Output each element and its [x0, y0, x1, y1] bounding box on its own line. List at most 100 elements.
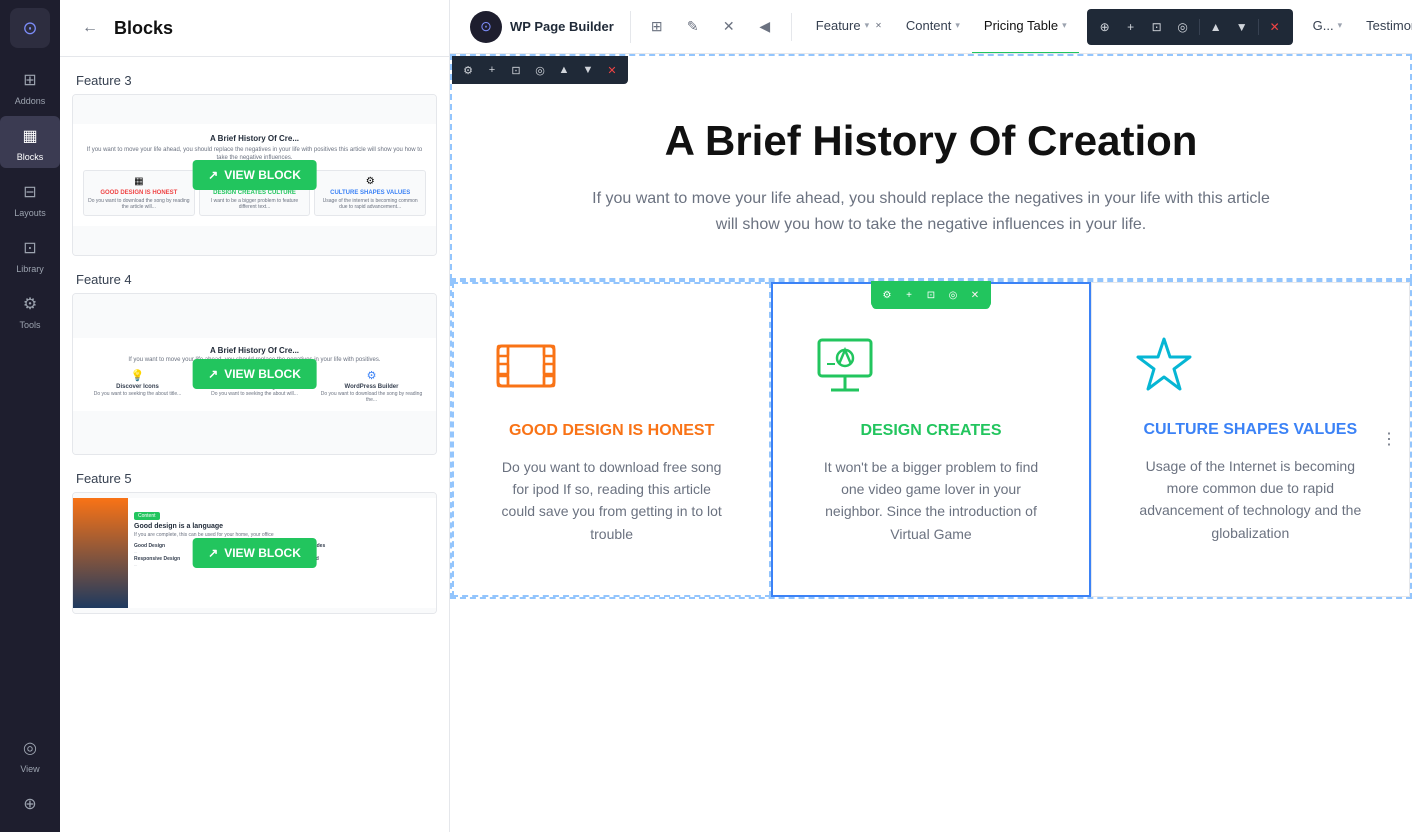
sidebar-item-library[interactable]: ⊡ Library: [0, 228, 60, 280]
card2-add-btn[interactable]: +: [899, 286, 919, 306]
sidebar-item-tools[interactable]: ⚙ Tools: [0, 284, 60, 336]
feature3-preview-title: A Brief History Of Cre...: [83, 134, 426, 143]
blocks-panel: ← Blocks Feature 3 A Brief History Of Cr…: [60, 0, 450, 832]
card-1-title: GOOD DESIGN IS HONEST: [494, 422, 729, 440]
float-sep-2: [1258, 19, 1259, 35]
mini-f4-card-1-text: Do you want to seeking the about title..…: [81, 391, 194, 397]
nav-testimonials-label: Testimonials: [1366, 18, 1412, 33]
panel-back-button[interactable]: ←: [76, 14, 104, 42]
film-icon: [494, 334, 558, 398]
three-dots-menu[interactable]: ⋮: [1381, 429, 1397, 449]
link-icon-f5: ↗: [208, 546, 218, 560]
hero-title: A Brief History Of Creation: [492, 116, 1370, 166]
hero-toolbar-settings[interactable]: ⚙: [457, 59, 479, 81]
addons-label: Addons: [15, 96, 46, 106]
feature5-thumb[interactable]: Content Good design is a language If you…: [72, 492, 437, 614]
card2-link-btn[interactable]: ◎: [943, 286, 963, 306]
feature3-thumb[interactable]: A Brief History Of Cre... If you want to…: [72, 94, 437, 256]
card-2-text: It won't be a bigger problem to find one…: [813, 456, 1048, 546]
hero-subtitle: If you want to move your life ahead, you…: [581, 186, 1281, 237]
mini-f4-card-3-icon: ⚙: [315, 369, 428, 382]
float-sep-1: [1199, 19, 1200, 35]
sidebar-item-save[interactable]: ⊕: [0, 784, 60, 824]
library-icon: ⊡: [16, 234, 44, 262]
left-sidebar: ⊙ ⊞ Addons ▦ Blocks ⊟ Layouts ⊡ Library …: [0, 0, 60, 832]
save-icon: ⊕: [16, 790, 44, 818]
panel-header: ← Blocks: [60, 0, 449, 57]
mini-f4-card-3-text: Do you want to download the song by read…: [315, 391, 428, 403]
feature4-thumb[interactable]: A Brief History Of Cre... If you want to…: [72, 293, 437, 455]
hero-toolbar-delete[interactable]: ✕: [601, 59, 623, 81]
mini-card-3-text: Usage of the internet is becoming common…: [318, 198, 422, 210]
panel-body: Feature 3 A Brief History Of Cre... If y…: [60, 57, 449, 832]
library-label: Library: [16, 264, 44, 274]
sidebar-item-view[interactable]: ◎ View: [0, 728, 60, 780]
sidebar-item-addons[interactable]: ⊞ Addons: [0, 60, 60, 112]
sidebar-item-layouts[interactable]: ⊟ Layouts: [0, 172, 60, 224]
mini-card-3: ⚙ CULTURE SHAPES VALUES Usage of the int…: [314, 170, 426, 216]
action-btn-close[interactable]: ✕: [715, 13, 743, 41]
mini-card-2-text: I want to be a bigger problem to feature…: [203, 198, 307, 210]
feature5-img: [73, 498, 128, 608]
nav-pricing-table[interactable]: Pricing Table ▾: [972, 0, 1079, 54]
nav-feature-chevron2: ✕: [875, 21, 882, 30]
feature5-badge: Content: [134, 512, 160, 520]
card2-copy-btn[interactable]: ⊡: [921, 286, 941, 306]
tools-icon: ⚙: [16, 290, 44, 318]
app-branding: ⊙ WP Page Builder: [462, 11, 631, 43]
mini-f4-card-3: ⚙ WordPress Builder Do you want to downl…: [315, 369, 428, 403]
star-icon: [1132, 333, 1196, 397]
mini-f4-card-1-icon: 💡: [81, 369, 194, 382]
hero-toolbar-add[interactable]: +: [481, 59, 503, 81]
nav-feature-label: Feature: [816, 18, 861, 33]
blocks-label: Blocks: [17, 152, 44, 162]
card-3: ⋮ CULTURE SHAPES VALUES Usage of the Int…: [1091, 282, 1410, 598]
card-3-title: CULTURE SHAPES VALUES: [1132, 421, 1369, 439]
view-block-label-f5: VIEW BLOCK: [224, 546, 301, 560]
view-label: View: [20, 764, 39, 774]
nav-content[interactable]: Content ▾: [894, 0, 972, 54]
feature5-view-block-btn[interactable]: ↗ VIEW BLOCK: [192, 538, 317, 568]
feature3-view-block-btn[interactable]: ↗ VIEW BLOCK: [192, 160, 317, 190]
hero-toolbar-copy[interactable]: ⊡: [505, 59, 527, 81]
nav-feature[interactable]: Feature ▾ ✕: [804, 0, 894, 54]
hero-toolbar-link[interactable]: ◎: [529, 59, 551, 81]
layouts-icon: ⊟: [16, 178, 44, 206]
nav-gallery[interactable]: G... ▾: [1301, 0, 1354, 54]
link-icon: ↗: [208, 168, 218, 182]
nav-testimonials[interactable]: Testimonials ▾: [1354, 0, 1412, 54]
action-btn-edit[interactable]: ✎: [679, 13, 707, 41]
hero-toolbar-up[interactable]: ▲: [553, 59, 575, 81]
card-2: ⚙ + ⊡ ◎ ✕: [771, 282, 1090, 598]
float-down-btn[interactable]: ▼: [1230, 15, 1254, 39]
sidebar-item-blocks[interactable]: ▦ Blocks: [0, 116, 60, 168]
layouts-label: Layouts: [14, 208, 46, 218]
top-bar-actions: ⊞ ✎ ✕ ◀: [639, 13, 792, 41]
card-1-text: Do you want to download free song for ip…: [494, 456, 729, 546]
feature4-view-block-btn[interactable]: ↗ VIEW BLOCK: [192, 359, 317, 389]
cards-grid: GOOD DESIGN IS HONEST Do you want to dow…: [452, 282, 1410, 598]
tools-label: Tools: [19, 320, 40, 330]
hero-toolbar-down[interactable]: ▼: [577, 59, 599, 81]
feature4-preview-title: A Brief History Of Cre...: [81, 346, 428, 355]
nav-float-toolbar: ⊕ + ⊡ ◎ ▲ ▼ ✕: [1087, 9, 1293, 45]
float-copy-btn[interactable]: ⊡: [1145, 15, 1169, 39]
card2-delete-btn[interactable]: ✕: [965, 286, 985, 306]
nav-pricing-chevron: ▾: [1062, 20, 1067, 31]
card2-settings-btn[interactable]: ⚙: [877, 286, 897, 306]
app-name: WP Page Builder: [510, 19, 614, 34]
card-1: GOOD DESIGN IS HONEST Do you want to dow…: [452, 282, 771, 598]
card-2-toolbar: ⚙ + ⊡ ◎ ✕: [872, 283, 990, 309]
float-delete-btn[interactable]: ✕: [1263, 15, 1287, 39]
float-add-btn[interactable]: +: [1119, 15, 1143, 39]
float-link-btn[interactable]: ◎: [1171, 15, 1195, 39]
hero-section-toolbar: ⚙ + ⊡ ◎ ▲ ▼ ✕: [452, 56, 628, 84]
action-btn-collapse[interactable]: ◀: [751, 13, 779, 41]
float-up-btn[interactable]: ▲: [1204, 15, 1228, 39]
blocks-icon: ▦: [16, 122, 44, 150]
float-move-btn[interactable]: ⊕: [1093, 15, 1117, 39]
mini-f4-card-1-title: Discover Icons: [81, 384, 194, 390]
action-btn-1[interactable]: ⊞: [643, 13, 671, 41]
nav-pricing-label: Pricing Table: [984, 18, 1058, 33]
addons-icon: ⊞: [16, 66, 44, 94]
